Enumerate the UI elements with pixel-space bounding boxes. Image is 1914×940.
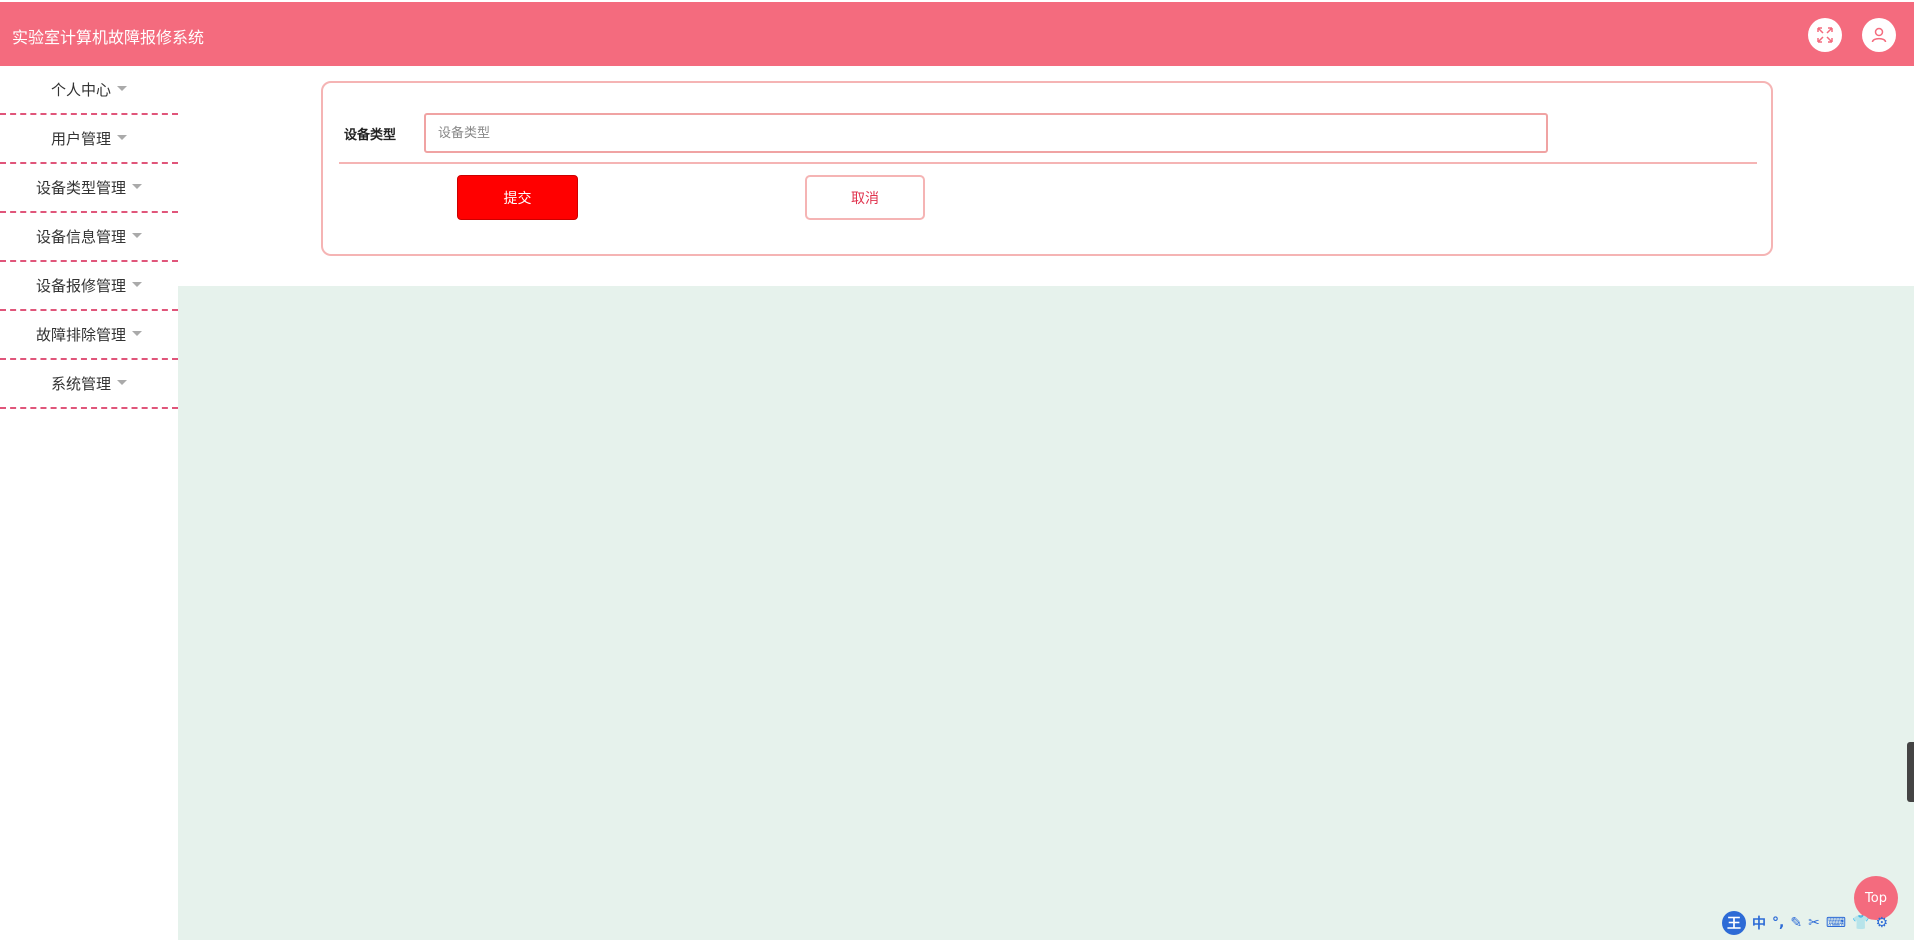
ime-screenshot-icon[interactable]: ✂ xyxy=(1808,915,1820,931)
ime-keyboard-icon[interactable]: ⌨ xyxy=(1826,915,1846,931)
sidebar-item-user-management[interactable]: 用户管理 xyxy=(0,115,178,164)
cancel-button[interactable]: 取消 xyxy=(805,175,925,220)
device-type-label: 设备类型 xyxy=(344,128,397,143)
content-area xyxy=(178,286,1914,940)
sidebar-item-system-management[interactable]: 系统管理 xyxy=(0,360,178,409)
sidebar: 个人中心 用户管理 设备类型管理 设备信息管理 设备报修管理 故障排除管理 系统… xyxy=(0,66,178,409)
device-type-form: 设备类型 提交 取消 xyxy=(321,81,1773,256)
user-icon xyxy=(1871,27,1887,43)
ime-skin-icon[interactable]: 👕 xyxy=(1852,915,1869,931)
form-divider xyxy=(339,162,1757,164)
sidebar-item-label: 用户管理 xyxy=(50,130,111,148)
submit-button[interactable]: 提交 xyxy=(457,175,578,220)
caret-down-icon xyxy=(117,380,127,385)
ime-handwriting-icon[interactable]: ✎ xyxy=(1790,915,1802,931)
device-type-input[interactable] xyxy=(424,113,1548,153)
sidebar-item-label: 设备信息管理 xyxy=(35,228,126,246)
caret-down-icon xyxy=(117,86,127,91)
sidebar-item-label: 系统管理 xyxy=(50,375,111,393)
ime-toolbar: 王 中 °, ✎ ✂ ⌨ 👕 ⚙ xyxy=(1722,910,1888,936)
caret-down-icon xyxy=(117,135,127,140)
sidebar-item-repair-management[interactable]: 设备报修管理 xyxy=(0,262,178,311)
sidebar-item-label: 故障排除管理 xyxy=(35,326,126,344)
sidebar-item-device-type-management[interactable]: 设备类型管理 xyxy=(0,164,178,213)
fullscreen-button[interactable] xyxy=(1808,18,1842,52)
fullscreen-icon xyxy=(1817,27,1833,43)
sidebar-item-personal-center[interactable]: 个人中心 xyxy=(0,66,178,115)
sidebar-item-label: 设备报修管理 xyxy=(35,277,126,295)
caret-down-icon xyxy=(132,184,142,189)
user-avatar-button[interactable] xyxy=(1862,18,1896,52)
sidebar-item-label: 个人中心 xyxy=(50,81,111,99)
app-title: 实验室计算机故障报修系统 xyxy=(12,28,205,47)
sidebar-item-device-info-management[interactable]: 设备信息管理 xyxy=(0,213,178,262)
sidebar-item-label: 设备类型管理 xyxy=(35,179,126,197)
caret-down-icon xyxy=(132,233,142,238)
caret-down-icon xyxy=(132,331,142,336)
caret-down-icon xyxy=(132,282,142,287)
ime-language-toggle[interactable]: 中 xyxy=(1752,913,1766,933)
ime-punctuation-toggle[interactable]: °, xyxy=(1772,915,1784,931)
scroll-handle[interactable] xyxy=(1907,742,1914,802)
ime-settings-icon[interactable]: ⚙ xyxy=(1875,915,1888,931)
top-header: 实验室计算机故障报修系统 xyxy=(0,2,1914,66)
ime-logo-icon[interactable]: 王 xyxy=(1722,911,1746,935)
sidebar-item-troubleshooting-management[interactable]: 故障排除管理 xyxy=(0,311,178,360)
